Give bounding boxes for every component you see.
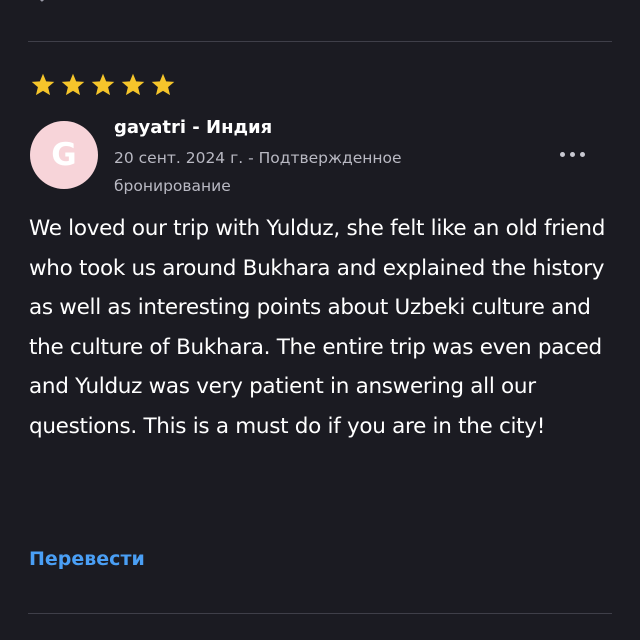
divider-top: [28, 41, 612, 42]
divider-bottom: [28, 613, 612, 614]
arrow-icon: [30, 0, 54, 4]
more-options-icon: [559, 151, 565, 157]
star-icon: [151, 73, 175, 96]
reviewer-name: gayatri - Индия: [114, 117, 273, 138]
star-rating: [30, 72, 176, 98]
review-date-and-status: 20 сент. 2024 г. - Подтвержденное бронир…: [114, 149, 402, 195]
review-text: We loved our trip with Yulduz, she felt …: [29, 216, 606, 439]
translate-link[interactable]: Перевести: [29, 548, 145, 570]
star-icon: [61, 73, 85, 96]
more-options-icon-dot: [569, 151, 575, 157]
arrow-icon-svg: [40, 0, 44, 2]
star-icon: [121, 73, 145, 96]
avatar-initial: G: [51, 136, 77, 173]
avatar: G: [30, 121, 98, 189]
more-options-icon-dot: [579, 151, 585, 157]
star-icon: [91, 73, 115, 96]
more-options-button[interactable]: [554, 141, 590, 167]
star-icon: [31, 73, 55, 96]
